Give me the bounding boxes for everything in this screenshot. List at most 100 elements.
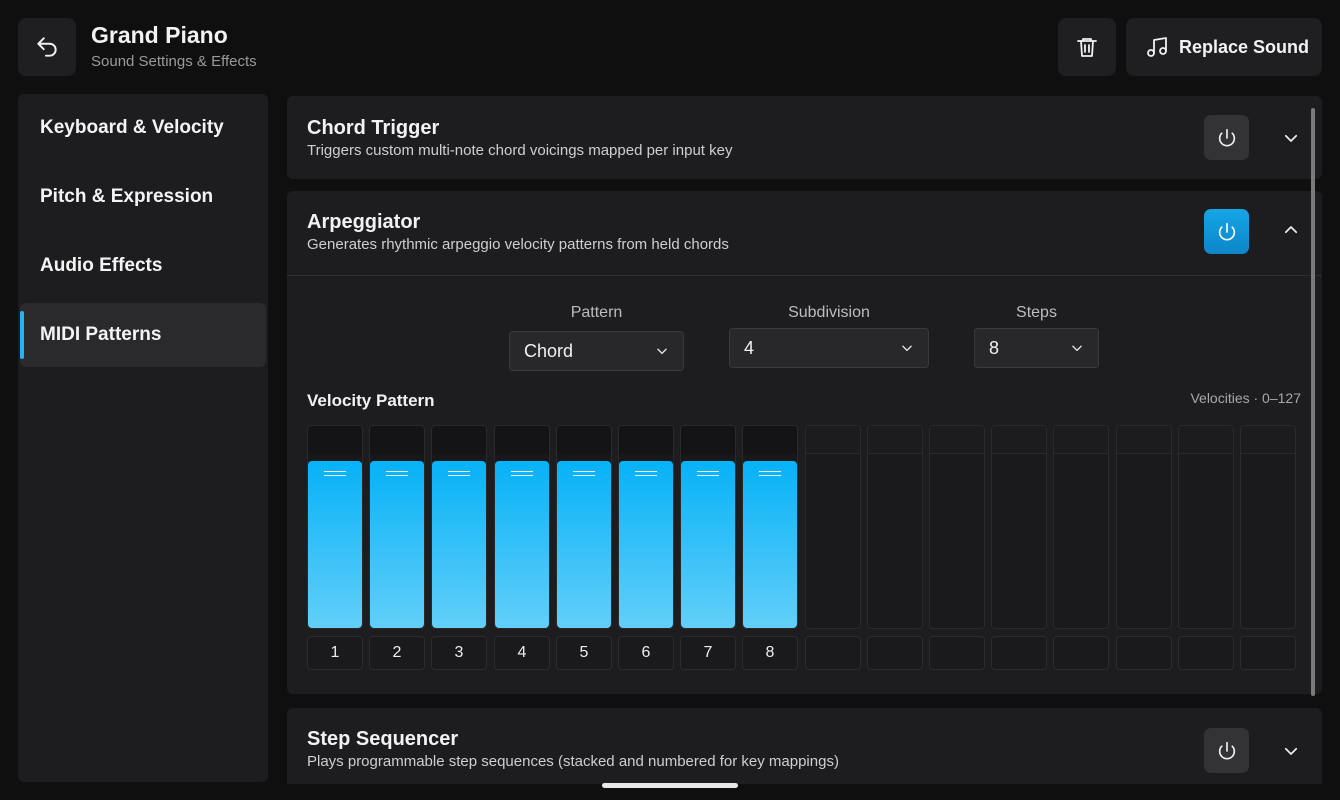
chevron-down-icon	[1284, 747, 1298, 755]
step-number: 4	[494, 636, 550, 670]
panel-divider	[287, 275, 1322, 276]
velocity-step-empty	[1178, 425, 1234, 629]
sidebar-item-label: MIDI Patterns	[40, 324, 162, 345]
velocity-step-empty	[805, 425, 861, 629]
replace-sound-label: Replace Sound	[1179, 36, 1310, 57]
chord-trigger-expand-toggle[interactable]	[1280, 127, 1302, 149]
velocity-fill[interactable]	[619, 461, 673, 628]
home-indicator[interactable]	[602, 783, 738, 788]
step-number: 1	[307, 636, 363, 670]
velocity-range-label: Velocities · 0–127	[1190, 390, 1301, 406]
sidebar-item-pitch-expression[interactable]: Pitch & Expression	[20, 165, 266, 229]
undo-icon	[37, 37, 57, 57]
delete-button[interactable]	[1058, 18, 1116, 76]
drag-handle-icon[interactable]	[511, 471, 533, 476]
sidebar: Keyboard & Velocity Pitch & Expression A…	[18, 94, 268, 782]
velocity-fill[interactable]	[370, 461, 424, 628]
arpeggiator-panel: Arpeggiator Generates rhythmic arpeggio …	[287, 191, 1322, 694]
chevron-down-icon	[657, 348, 667, 355]
sidebar-item-label: Pitch & Expression	[40, 186, 214, 207]
velocity-step-empty	[1240, 425, 1296, 629]
step-track-top	[806, 426, 860, 454]
chord-trigger-power-toggle[interactable]	[1204, 115, 1249, 160]
velocity-step-slider[interactable]	[369, 425, 425, 629]
velocity-step-slider[interactable]	[742, 425, 798, 629]
step-track-top	[1241, 426, 1295, 454]
panel-title: Chord Trigger	[307, 117, 440, 139]
panel-title: Arpeggiator	[307, 211, 421, 233]
step-number: 2	[369, 636, 425, 670]
step-number	[1116, 636, 1172, 670]
subdivision-value: 4	[744, 337, 755, 358]
step-number	[991, 636, 1047, 670]
step-sequencer-panel: Step Sequencer Plays programmable step s…	[287, 708, 1322, 784]
velocity-step-slider[interactable]	[307, 425, 363, 629]
drag-handle-icon[interactable]	[635, 471, 657, 476]
steps-select[interactable]: 8	[974, 328, 1099, 368]
drag-handle-icon[interactable]	[573, 471, 595, 476]
drag-handle-icon[interactable]	[324, 471, 346, 476]
step-number: 5	[556, 636, 612, 670]
step-sequencer-expand-toggle[interactable]	[1280, 740, 1302, 762]
sidebar-item-audio-effects[interactable]: Audio Effects	[20, 234, 266, 298]
step-number	[1053, 636, 1109, 670]
velocity-fill[interactable]	[495, 461, 549, 628]
velocity-step-empty	[929, 425, 985, 629]
step-track-top	[1179, 426, 1233, 454]
drag-handle-icon[interactable]	[386, 471, 408, 476]
velocity-step-empty	[991, 425, 1047, 629]
arpeggiator-power-toggle[interactable]	[1204, 209, 1249, 254]
chevron-down-icon	[1072, 345, 1082, 352]
step-sequencer-power-toggle[interactable]	[1204, 728, 1249, 773]
music-note-icon	[1147, 37, 1167, 57]
step-track-top	[432, 426, 486, 454]
velocity-fill[interactable]	[432, 461, 486, 628]
sidebar-item-label: Audio Effects	[40, 255, 163, 276]
back-button[interactable]	[18, 18, 76, 76]
power-icon	[1218, 128, 1235, 147]
step-track-top	[557, 426, 611, 454]
step-number	[929, 636, 985, 670]
velocity-fill[interactable]	[557, 461, 611, 628]
step-track-top	[681, 426, 735, 454]
step-track-top	[1054, 426, 1108, 454]
velocity-step-slider[interactable]	[680, 425, 736, 629]
drag-handle-icon[interactable]	[759, 471, 781, 476]
replace-sound-button[interactable]: Replace Sound	[1126, 18, 1322, 76]
velocity-step-empty	[1116, 425, 1172, 629]
velocity-step-slider[interactable]	[618, 425, 674, 629]
velocity-fill[interactable]	[681, 461, 735, 628]
chevron-down-icon	[902, 345, 912, 352]
drag-handle-icon[interactable]	[697, 471, 719, 476]
step-number: 8	[742, 636, 798, 670]
subdivision-select[interactable]: 4	[729, 328, 929, 368]
step-track-top	[992, 426, 1046, 454]
step-track-top	[868, 426, 922, 454]
velocity-fill[interactable]	[308, 461, 362, 628]
arpeggiator-collapse-toggle[interactable]	[1280, 219, 1302, 241]
drag-handle-icon[interactable]	[448, 471, 470, 476]
step-number	[1240, 636, 1296, 670]
step-number	[1178, 636, 1234, 670]
step-track-top	[308, 426, 362, 454]
power-icon	[1218, 222, 1235, 241]
step-number	[867, 636, 923, 670]
main-content: Chord Trigger Triggers custom multi-note…	[287, 94, 1322, 784]
velocity-step-slider[interactable]	[431, 425, 487, 629]
steps-value: 8	[989, 337, 1000, 358]
panel-description: Generates rhythmic arpeggio velocity pat…	[307, 236, 729, 253]
scrollbar[interactable]	[1311, 108, 1315, 696]
velocity-step-empty	[1053, 425, 1109, 629]
step-track-top	[743, 426, 797, 454]
pattern-label: Pattern	[570, 304, 623, 321]
velocity-step-empty	[867, 425, 923, 629]
velocity-fill[interactable]	[743, 461, 797, 628]
velocity-step-slider[interactable]	[494, 425, 550, 629]
step-track-top	[370, 426, 424, 454]
velocity-step-slider[interactable]	[556, 425, 612, 629]
header: Grand Piano Sound Settings & Effects Rep…	[0, 0, 1340, 94]
sidebar-item-keyboard-velocity[interactable]: Keyboard & Velocity	[20, 96, 266, 160]
sidebar-item-midi-patterns[interactable]: MIDI Patterns	[20, 303, 266, 367]
chevron-down-icon	[1284, 134, 1298, 142]
pattern-select[interactable]: Chord	[509, 331, 684, 371]
